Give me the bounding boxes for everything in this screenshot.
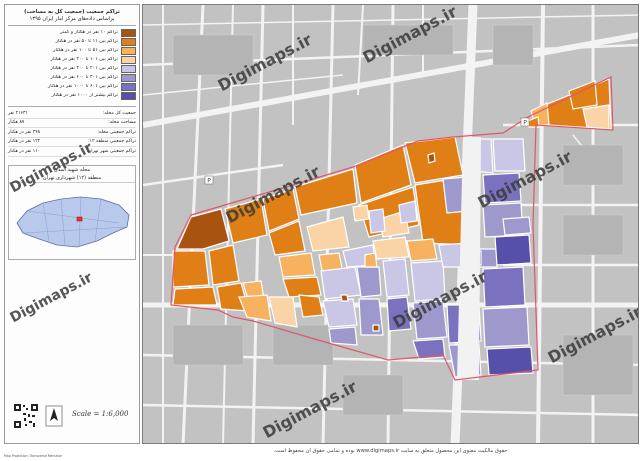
stat-row: تراکم جمعیتی محله: ۲۴۸ نفر در هکتار bbox=[8, 128, 136, 138]
stat-row: تراکم جمعیتی منطقه ۱۲: ۱۲۲ نفر در هکتار bbox=[8, 138, 136, 147]
density-block[interactable] bbox=[320, 266, 362, 300]
legend-swatch bbox=[121, 73, 136, 82]
density-block[interactable] bbox=[494, 234, 532, 266]
density-block[interactable] bbox=[410, 260, 446, 302]
legend-label: تراکم بین ۲۰۱ تا ۴۰۰ نفر در هکتار bbox=[50, 66, 118, 71]
stat-label: تراکم جمعیتی محله: bbox=[97, 129, 136, 135]
legend: تراکم ۱۰ نفر در هکتار و کمتر تراکم بین ۱۱… bbox=[8, 28, 136, 100]
stat-label: تراکم جمعیتی منطقه ۱۲: bbox=[88, 139, 136, 145]
title-line-2: براساس داده‌های مرکز آمار ایران ۱۳۹۵ bbox=[29, 16, 115, 22]
legend-label: تراکم ۱۰ نفر در هکتار و کمتر bbox=[60, 30, 118, 35]
density-block[interactable] bbox=[172, 286, 218, 306]
legend-item: تراکم بین ۴۰۱ تا ۶۰۰ نفر در هکتار bbox=[8, 73, 136, 82]
legend-item: تراکم بین ۱۰۱ تا ۲۰۰ نفر در هکتار bbox=[8, 55, 136, 64]
legend-swatch bbox=[121, 37, 136, 46]
stat-value: ۲۴۸ نفر در هکتار bbox=[8, 129, 41, 135]
density-block[interactable] bbox=[298, 294, 324, 318]
legend-swatch bbox=[121, 46, 136, 55]
qr-code-icon bbox=[13, 403, 39, 429]
density-block[interactable] bbox=[582, 104, 610, 130]
map-title: تراکم جمعیت (جمعیت کل به مساحت) براساس د… bbox=[8, 7, 136, 26]
sidebar-panel: تراکم جمعیت (جمعیت کل به مساحت) براساس د… bbox=[4, 4, 140, 444]
stat-row: تراکم جمعیتی شهر تهران: ۱۱۰ نفر در هکتار bbox=[8, 147, 136, 157]
density-block[interactable] bbox=[172, 250, 210, 288]
stat-value: ۱۲۲ نفر در هکتار bbox=[8, 139, 41, 145]
stat-row: جمعیت کل محله: ۲۱۶۳۱ نفر bbox=[8, 109, 136, 119]
legend-label: تراکم بین ۱۰۱ تا ۲۰۰ نفر در هکتار bbox=[50, 57, 118, 62]
scale-text: Scale = 1:6,000 bbox=[72, 410, 129, 418]
legend-label: تراکم بین ۱۱ تا ۵۰ نفر در هکتار bbox=[55, 39, 118, 44]
stat-label: مساحت محله: bbox=[108, 120, 136, 126]
north-arrow-icon bbox=[45, 405, 63, 427]
density-block[interactable] bbox=[386, 296, 412, 332]
density-block[interactable] bbox=[482, 172, 522, 204]
map-sheet: تراکم جمعیت (جمعیت کل به مساحت) براساس د… bbox=[0, 0, 643, 461]
legend-swatch bbox=[121, 64, 136, 73]
map-svg: P P bbox=[143, 5, 638, 443]
density-block[interactable] bbox=[406, 238, 438, 262]
density-block[interactable] bbox=[364, 252, 378, 268]
legend-label: تراکم بین ۴۰۱ تا ۶۰۰ نفر در هکتار bbox=[50, 75, 118, 80]
svg-text:P: P bbox=[207, 178, 211, 185]
density-block[interactable] bbox=[482, 266, 526, 308]
density-block[interactable] bbox=[322, 298, 358, 328]
locator-title: محله شهید اسدی منطقه (۱۲) شهرداری تهران bbox=[9, 166, 135, 183]
copyright-notice: حقوق مالکیت معنوی این محصول متعلق به سای… bbox=[273, 448, 508, 454]
stat-row: مساحت محله: ۸۷ هکتار bbox=[8, 119, 136, 128]
legend-swatch bbox=[121, 28, 136, 37]
stat-value: ۸۷ هکتار bbox=[8, 120, 25, 126]
density-block[interactable] bbox=[492, 138, 526, 172]
density-block[interactable] bbox=[382, 258, 410, 298]
tehran-locator-svg bbox=[16, 196, 130, 247]
density-block[interactable] bbox=[482, 306, 530, 348]
stats-table: جمعیت کل محله: ۲۱۶۳۱ نفر مساحت محله: ۸۷ هکت… bbox=[8, 106, 136, 157]
legend-label: تراکم بین ۵۱ تا ۱۰۰ نفر در هکتار bbox=[53, 48, 118, 53]
legend-swatch bbox=[121, 91, 136, 100]
density-block[interactable] bbox=[340, 294, 349, 302]
title-line-1: تراکم جمعیت (جمعیت کل به مساحت) bbox=[24, 9, 120, 15]
density-block[interactable] bbox=[352, 204, 370, 222]
legend-label: تراکم بیشتر از ۱۰۰۰ نفر در هکتار bbox=[51, 93, 118, 98]
density-block[interactable] bbox=[502, 216, 532, 236]
parking-icon: P bbox=[520, 117, 530, 127]
density-block[interactable] bbox=[398, 200, 418, 224]
density-block[interactable] bbox=[427, 152, 436, 164]
density-block[interactable] bbox=[372, 324, 380, 332]
legend-item: تراکم ۱۰ نفر در هکتار و کمتر bbox=[8, 28, 136, 37]
locator-map: محله شهید اسدی منطقه (۱۲) شهرداری تهران bbox=[8, 164, 136, 260]
density-block[interactable] bbox=[328, 326, 358, 346]
parking-icon: P bbox=[204, 175, 214, 185]
legend-item: تراکم بین ۲۰۱ تا ۴۰۰ نفر در هکتار bbox=[8, 64, 136, 73]
density-block[interactable] bbox=[412, 300, 448, 340]
footer-credit: Map Projection: Transverse Mercator bbox=[4, 454, 62, 458]
map-area[interactable]: P P Digimaps.ir Digimaps.ir Digimaps.ir … bbox=[142, 4, 639, 444]
density-block[interactable] bbox=[372, 236, 410, 260]
density-block[interactable] bbox=[278, 252, 316, 278]
stat-label: جمعیت کل محله: bbox=[102, 110, 136, 116]
stat-value: ۲۱۶۳۱ نفر bbox=[8, 110, 28, 116]
stat-label: تراکم جمعیتی شهر تهران: bbox=[86, 148, 136, 154]
density-block[interactable] bbox=[356, 266, 382, 298]
locator-line-1: محله شهید اسدی bbox=[53, 166, 91, 173]
legend-swatch bbox=[121, 55, 136, 64]
legend-item: تراکم بین ۱۱ تا ۵۰ نفر در هکتار bbox=[8, 37, 136, 46]
stat-value: ۱۱۰ نفر در هکتار bbox=[8, 148, 41, 154]
legend-item: تراکم بین ۵۱ تا ۱۰۰ نفر در هکتار bbox=[8, 46, 136, 55]
locator-line-2: منطقه (۱۲) شهرداری تهران bbox=[42, 174, 102, 181]
density-block[interactable] bbox=[208, 244, 240, 286]
density-block[interactable] bbox=[368, 208, 386, 234]
density-block[interactable] bbox=[282, 276, 322, 298]
legend-item: تراکم بیشتر از ۱۰۰۰ نفر در هکتار bbox=[8, 91, 136, 100]
area-highlight bbox=[76, 216, 83, 221]
density-block[interactable] bbox=[486, 346, 534, 376]
legend-item: تراکم بین ۶۰۱ تا ۱۰۰۰ نفر در هکتار bbox=[8, 82, 136, 91]
legend-label: تراکم بین ۶۰۱ تا ۱۰۰۰ نفر در هکتار bbox=[47, 84, 118, 89]
legend-swatch bbox=[121, 82, 136, 91]
svg-text:P: P bbox=[523, 120, 527, 127]
